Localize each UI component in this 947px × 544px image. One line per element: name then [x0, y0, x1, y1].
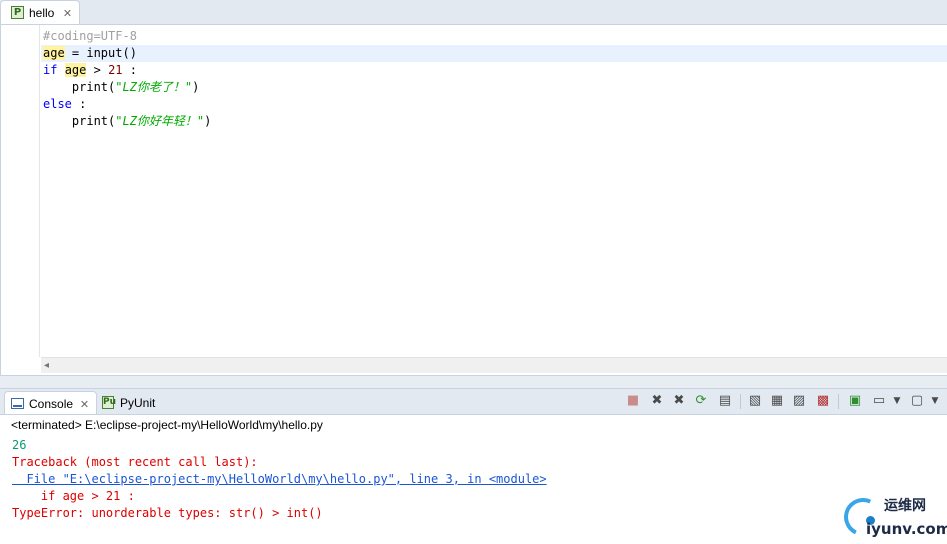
editor-tab-strip: P hello ✕ — [0, 0, 947, 25]
code-token: #coding=UTF-8 — [43, 29, 137, 43]
chevron-down-icon[interactable]: ▼ — [926, 392, 944, 410]
code-token: : — [122, 63, 137, 77]
code-line[interactable]: print("LZ你老了！") — [41, 79, 947, 96]
console-lines: 26 Traceback (most recent call last): Fil… — [12, 437, 547, 522]
close-icon[interactable]: ✕ — [79, 399, 90, 410]
code-token: 21 — [108, 63, 123, 77]
code-token: ) — [204, 114, 212, 128]
terminate-icon[interactable]: ■ — [624, 392, 642, 410]
code-token: "LZ你好年轻！" — [115, 114, 205, 128]
pyunit-tab-label: PyUnit — [120, 396, 156, 410]
code-line[interactable]: if age > 21 : — [41, 62, 947, 79]
watermark-en: iyunv.com — [866, 520, 947, 538]
open-console-icon[interactable]: ▢ — [908, 392, 926, 410]
pin-console-icon[interactable]: ▣ — [846, 392, 864, 410]
code-line[interactable]: else : — [41, 96, 947, 113]
editor-tab-label: hello — [29, 6, 55, 20]
code-token: else — [43, 97, 72, 111]
code-token: print( — [43, 114, 116, 128]
code-token: ) — [192, 80, 200, 94]
remove-terminated-icon[interactable]: ▩ — [814, 392, 832, 410]
console-line: TypeError: unorderable types: str() > in… — [12, 506, 323, 520]
code-token: print( — [43, 80, 116, 94]
console-tab-strip: Console ✕ Pu PyUnit ■ ✖ ✖ ⟳ ▤ ▧ ▦ ▨ ▩ ▣ … — [0, 388, 947, 415]
code-token: "LZ你老了！" — [115, 80, 193, 94]
console-line: Traceback (most recent call last): — [12, 455, 258, 469]
code-token: > — [86, 63, 109, 77]
python-file-icon: P — [11, 6, 24, 19]
terminated-label: <terminated> E:\eclipse-project-my\Hello… — [11, 418, 323, 432]
code-line[interactable]: #coding=UTF-8 — [41, 28, 947, 45]
scroll-lock-icon[interactable]: ▦ — [768, 392, 786, 410]
code-token: = input() — [64, 46, 137, 60]
remove-all-icon[interactable]: ✖ — [670, 392, 688, 410]
clear-console-icon[interactable]: ▧ — [746, 392, 764, 410]
code-token: : — [71, 97, 87, 111]
console-line: if age > 21 : — [12, 489, 135, 503]
code-token: age — [64, 63, 87, 77]
console-output[interactable]: <terminated> E:\eclipse-project-my\Hello… — [0, 414, 947, 544]
code-token: if — [43, 63, 58, 77]
code-line[interactable]: print("LZ你好年轻！") — [41, 113, 947, 130]
display-console-icon[interactable]: ▤ — [716, 392, 734, 410]
console-select-icon[interactable]: ▭ — [870, 392, 888, 410]
tab-console[interactable]: Console ✕ — [4, 391, 97, 415]
console-icon — [11, 398, 24, 409]
code-token: age — [43, 46, 65, 60]
close-icon[interactable]: ✕ — [62, 8, 73, 19]
pyunit-icon: Pu — [102, 396, 117, 409]
editor-tab-hello[interactable]: P hello ✕ — [0, 0, 80, 25]
code-editor[interactable]: #coding=UTF-8 age = input() if age > 21 : … — [0, 24, 947, 376]
word-wrap-icon[interactable]: ▨ — [790, 392, 808, 410]
scroll-left-icon[interactable]: ◂ — [44, 359, 49, 373]
chevron-down-icon[interactable]: ▼ — [888, 392, 906, 410]
remove-launch-icon[interactable]: ✖ — [648, 392, 666, 410]
traceback-file-link[interactable]: File "E:\eclipse-project-my\HelloWorld\m… — [12, 472, 546, 486]
console-tab-label: Console — [29, 397, 74, 411]
editor-gutter — [9, 25, 40, 357]
console-line: 26 — [12, 438, 27, 452]
relaunch-icon[interactable]: ⟳ — [692, 392, 710, 410]
code-line[interactable]: age = input() — [41, 45, 947, 62]
horizontal-scrollbar[interactable]: ◂ — [41, 357, 947, 373]
watermark-logo: 运维网 iyunv.com — [838, 492, 947, 544]
tab-pyunit[interactable]: Pu PyUnit — [100, 391, 170, 415]
code-text[interactable]: #coding=UTF-8 age = input() if age > 21 : … — [41, 28, 947, 130]
watermark-cn: 运维网 — [884, 498, 926, 514]
